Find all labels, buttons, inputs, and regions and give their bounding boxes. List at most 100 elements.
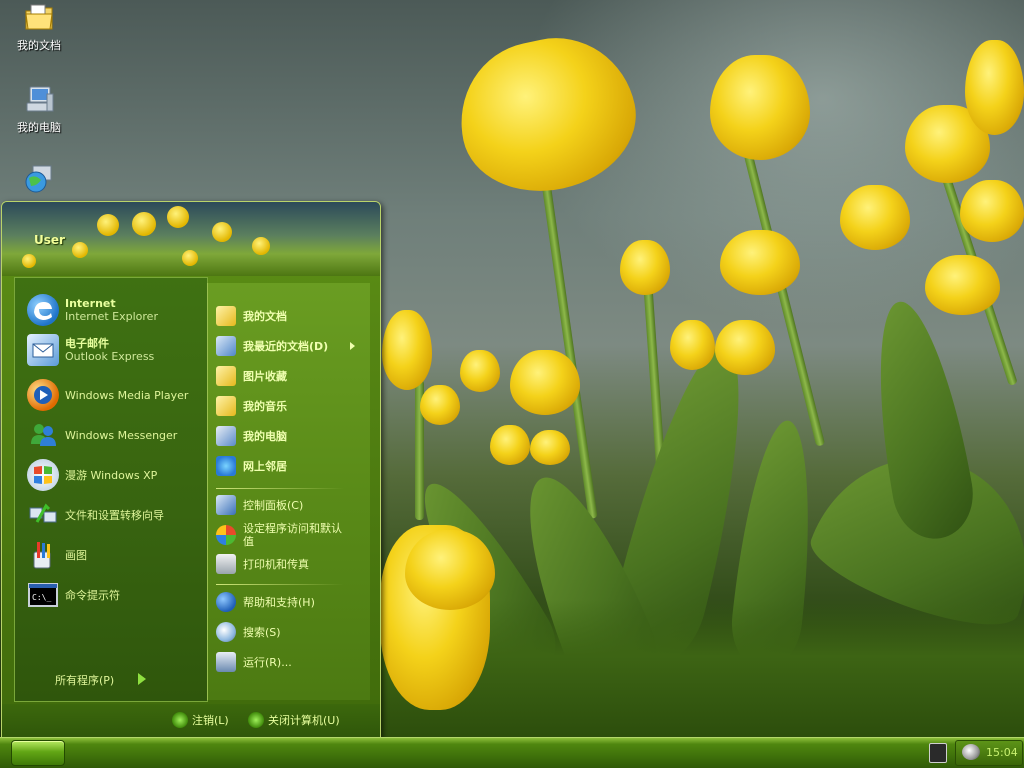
desktop-icon-label: 我的电脑 xyxy=(17,121,61,134)
all-programs-arrow-icon xyxy=(138,673,146,685)
wallpaper-tulip xyxy=(925,255,1000,315)
program-label: Windows Messenger xyxy=(65,428,178,442)
tray-volume-icon[interactable] xyxy=(962,744,980,760)
system-program-access[interactable]: 设定程序访问和默认值 xyxy=(216,520,366,550)
pinned-email-text: 电子邮件 Outlook Express xyxy=(65,337,154,363)
search-icon xyxy=(216,622,236,642)
header-tulip-decoration xyxy=(97,214,119,236)
program-messenger[interactable]: Windows Messenger xyxy=(27,417,212,453)
internet-explorer-icon xyxy=(27,294,59,326)
program-label: 命令提示符 xyxy=(65,588,120,602)
paint-icon xyxy=(27,539,59,571)
place-network[interactable]: 网上邻居 xyxy=(216,454,366,478)
place-label: 网上邻居 xyxy=(243,460,287,473)
transfer-wizard-icon xyxy=(27,499,59,531)
program-label: Windows Media Player xyxy=(65,388,189,402)
help-and-support[interactable]: 帮助和支持(H) xyxy=(216,590,366,614)
wallpaper-tulip xyxy=(510,350,580,415)
folder-documents-icon xyxy=(23,2,55,34)
wallpaper-tulip xyxy=(530,430,570,465)
system-control-panel[interactable]: 控制面板(C) xyxy=(216,493,366,517)
place-my-music[interactable]: 我的音乐 xyxy=(216,394,366,418)
place-my-computer[interactable]: 我的电脑 xyxy=(216,424,366,448)
places-divider xyxy=(216,488,344,489)
pinned-title: 电子邮件 xyxy=(65,337,109,350)
header-tulip-decoration xyxy=(72,242,88,258)
my-pictures-icon xyxy=(216,366,236,386)
taskbar xyxy=(0,737,1024,768)
place-label: 控制面板(C) xyxy=(243,499,304,512)
pinned-subtitle: Outlook Express xyxy=(65,350,155,363)
wallpaper-tulip xyxy=(710,55,810,160)
pinned-email[interactable]: 电子邮件 Outlook Express xyxy=(27,332,212,368)
wallpaper-tulip xyxy=(840,185,910,250)
program-tour-xp[interactable]: 漫游 Windows XP xyxy=(27,457,212,493)
places-divider xyxy=(216,584,344,585)
search[interactable]: 搜索(S) xyxy=(216,620,366,644)
place-my-documents[interactable]: 我的文档 xyxy=(216,304,366,328)
place-label: 运行(R)... xyxy=(243,656,292,669)
desktop-icon-my-documents[interactable]: 我的文档 xyxy=(6,2,72,53)
header-tulip-decoration xyxy=(182,250,198,266)
tour-xp-icon xyxy=(27,459,59,491)
program-paint[interactable]: 画图 xyxy=(27,537,212,573)
header-tulip-decoration xyxy=(22,254,36,268)
wallpaper-tulip xyxy=(670,320,715,370)
wallpaper-tulip xyxy=(720,230,800,295)
start-button[interactable] xyxy=(11,740,65,766)
desktop-icon-network[interactable] xyxy=(6,164,72,199)
my-music-icon xyxy=(216,396,236,416)
program-media-player[interactable]: Windows Media Player xyxy=(27,377,212,413)
header-tulip-decoration xyxy=(252,237,270,255)
pinned-title: Internet xyxy=(65,297,116,310)
clock[interactable]: 15:04 xyxy=(986,746,1018,759)
logoff-icon xyxy=(172,712,188,728)
user-name: User xyxy=(34,233,65,247)
program-command-prompt[interactable]: C:\_ 命令提示符 xyxy=(27,577,212,613)
run[interactable]: 运行(R)... xyxy=(216,650,366,674)
wallpaper-tulip xyxy=(715,320,775,375)
place-my-pictures[interactable]: 图片收藏 xyxy=(216,364,366,388)
place-label: 我的文档 xyxy=(243,310,287,323)
program-label: 画图 xyxy=(65,548,87,562)
place-label: 我最近的文档(D) xyxy=(243,340,329,353)
run-icon xyxy=(216,652,236,672)
pinned-internet-text: Internet Internet Explorer xyxy=(65,297,158,323)
submenu-arrow-icon xyxy=(350,342,355,350)
keyboard-icon[interactable] xyxy=(929,743,947,763)
wallpaper-tulip xyxy=(420,385,460,425)
desktop-icon-my-computer[interactable]: 我的电脑 xyxy=(6,84,72,135)
svg-text:C:\_: C:\_ xyxy=(32,593,51,602)
desktop-icon-label: 我的文档 xyxy=(17,39,61,52)
system-printers[interactable]: 打印机和传真 xyxy=(216,552,366,576)
outlook-express-icon xyxy=(27,334,59,366)
place-label: 图片收藏 xyxy=(243,370,287,383)
shutdown-button[interactable]: 关闭计算机(U) xyxy=(248,712,340,728)
place-label: 我的电脑 xyxy=(243,430,287,443)
program-label: 漫游 Windows XP xyxy=(65,468,158,482)
pinned-internet[interactable]: Internet Internet Explorer xyxy=(27,292,212,328)
place-label: 设定程序访问和默认值 xyxy=(243,522,342,548)
pinned-subtitle: Internet Explorer xyxy=(65,310,158,323)
place-recent-documents[interactable]: 我最近的文档(D) xyxy=(216,334,366,358)
computer-icon xyxy=(23,84,55,116)
all-programs-button[interactable]: 所有程序(P) xyxy=(55,672,114,688)
help-icon xyxy=(216,592,236,612)
header-tulip-decoration xyxy=(212,222,232,242)
logoff-button[interactable]: 注销(L) xyxy=(172,712,229,728)
program-access-icon xyxy=(216,525,236,545)
place-label: 我的音乐 xyxy=(243,400,287,413)
command-prompt-icon: C:\_ xyxy=(27,579,59,611)
wallpaper-tulip xyxy=(460,350,500,392)
my-computer-icon xyxy=(216,426,236,446)
program-transfer-wizard[interactable]: 文件和设置转移向导 xyxy=(27,497,212,533)
wallpaper-tulip xyxy=(960,180,1024,242)
wallpaper-tulip xyxy=(965,40,1024,135)
place-label: 帮助和支持(H) xyxy=(243,596,315,609)
place-label: 打印机和传真 xyxy=(243,558,309,571)
place-label: 搜索(S) xyxy=(243,626,281,639)
my-documents-icon xyxy=(216,306,236,326)
media-player-icon xyxy=(27,379,59,411)
header-tulip-decoration xyxy=(167,206,189,228)
desktop: 我的文档 我的电脑 User Internet Internet Explore… xyxy=(0,0,1024,768)
